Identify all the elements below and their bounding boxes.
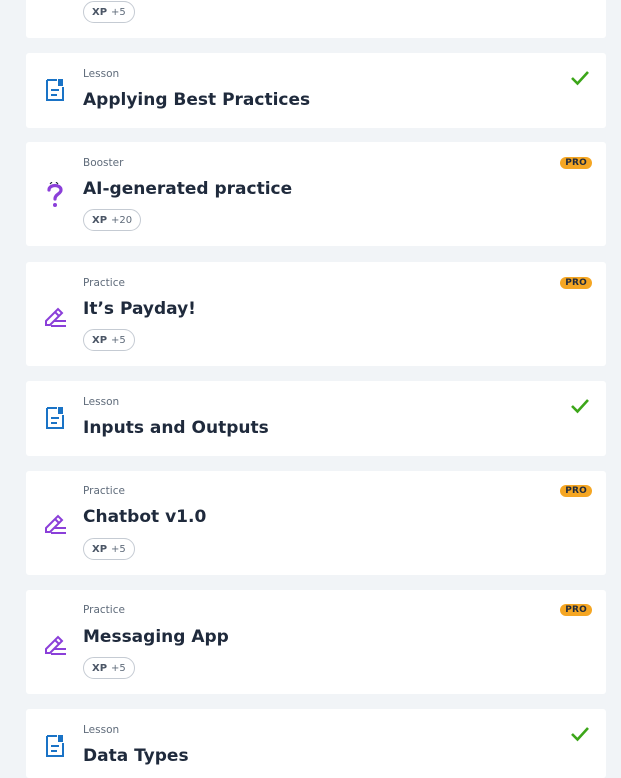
item-type: Practice xyxy=(83,604,125,616)
checkmark-icon xyxy=(571,71,589,86)
item-type: Lesson xyxy=(83,396,120,408)
question-icon xyxy=(47,182,63,207)
item-title[interactable]: It’s Payday! xyxy=(83,299,196,319)
xp-label: XP xyxy=(92,543,108,555)
list-item[interactable]: Lesson Data Types xyxy=(26,709,606,778)
list-item[interactable]: Lesson Inputs and Outputs xyxy=(26,381,606,456)
pencil-icon xyxy=(45,635,66,655)
xp-badge: XP +5 xyxy=(83,329,135,351)
pencil-icon xyxy=(45,307,66,327)
item-title[interactable]: Inputs and Outputs xyxy=(83,418,269,438)
xp-badge: XP +5 xyxy=(83,1,135,23)
item-title[interactable]: Applying Best Practices xyxy=(83,90,310,110)
pro-badge: PRO xyxy=(560,604,592,616)
lesson-icon xyxy=(46,79,64,101)
list-item[interactable]: Practice Messaging App XP +5 PRO xyxy=(26,590,606,694)
list-item[interactable]: Lesson Applying Best Practices xyxy=(26,53,606,128)
item-type: Lesson xyxy=(83,68,120,80)
xp-badge: XP +5 xyxy=(83,538,135,560)
xp-value: +5 xyxy=(111,6,126,18)
item-type: Practice xyxy=(83,485,125,497)
item-title[interactable]: Messaging App xyxy=(83,627,229,647)
xp-value: +5 xyxy=(111,543,126,555)
xp-value: +5 xyxy=(111,334,126,346)
xp-badge: XP +5 xyxy=(83,657,135,679)
list-item[interactable]: XP +5 xyxy=(26,0,606,38)
item-type: Booster xyxy=(83,157,124,169)
xp-value: +5 xyxy=(111,662,126,674)
checkmark-icon xyxy=(571,727,589,742)
lesson-icon xyxy=(46,407,64,429)
pencil-icon xyxy=(45,514,66,534)
xp-label: XP xyxy=(92,6,108,18)
checkmark-icon xyxy=(571,399,589,414)
item-type: Lesson xyxy=(83,724,120,736)
xp-label: XP xyxy=(92,662,108,674)
pro-badge: PRO xyxy=(560,485,592,497)
xp-label: XP xyxy=(92,334,108,346)
list-item[interactable]: Booster AI-generated practice XP +20 PRO xyxy=(26,142,606,246)
xp-value: +20 xyxy=(111,214,133,226)
xp-label: XP xyxy=(92,214,108,226)
list-item[interactable]: Practice Chatbot v1.0 XP +5 PRO xyxy=(26,471,606,575)
item-title[interactable]: AI-generated practice xyxy=(83,179,292,199)
list-item[interactable]: Practice It’s Payday! XP +5 PRO xyxy=(26,262,606,366)
pro-badge: PRO xyxy=(560,157,592,169)
item-title[interactable]: Chatbot v1.0 xyxy=(83,507,206,527)
lesson-icon xyxy=(46,735,64,757)
xp-badge: XP +20 xyxy=(83,209,142,231)
item-title[interactable]: Data Types xyxy=(83,746,189,766)
pro-badge: PRO xyxy=(560,277,592,289)
item-type: Practice xyxy=(83,277,125,289)
